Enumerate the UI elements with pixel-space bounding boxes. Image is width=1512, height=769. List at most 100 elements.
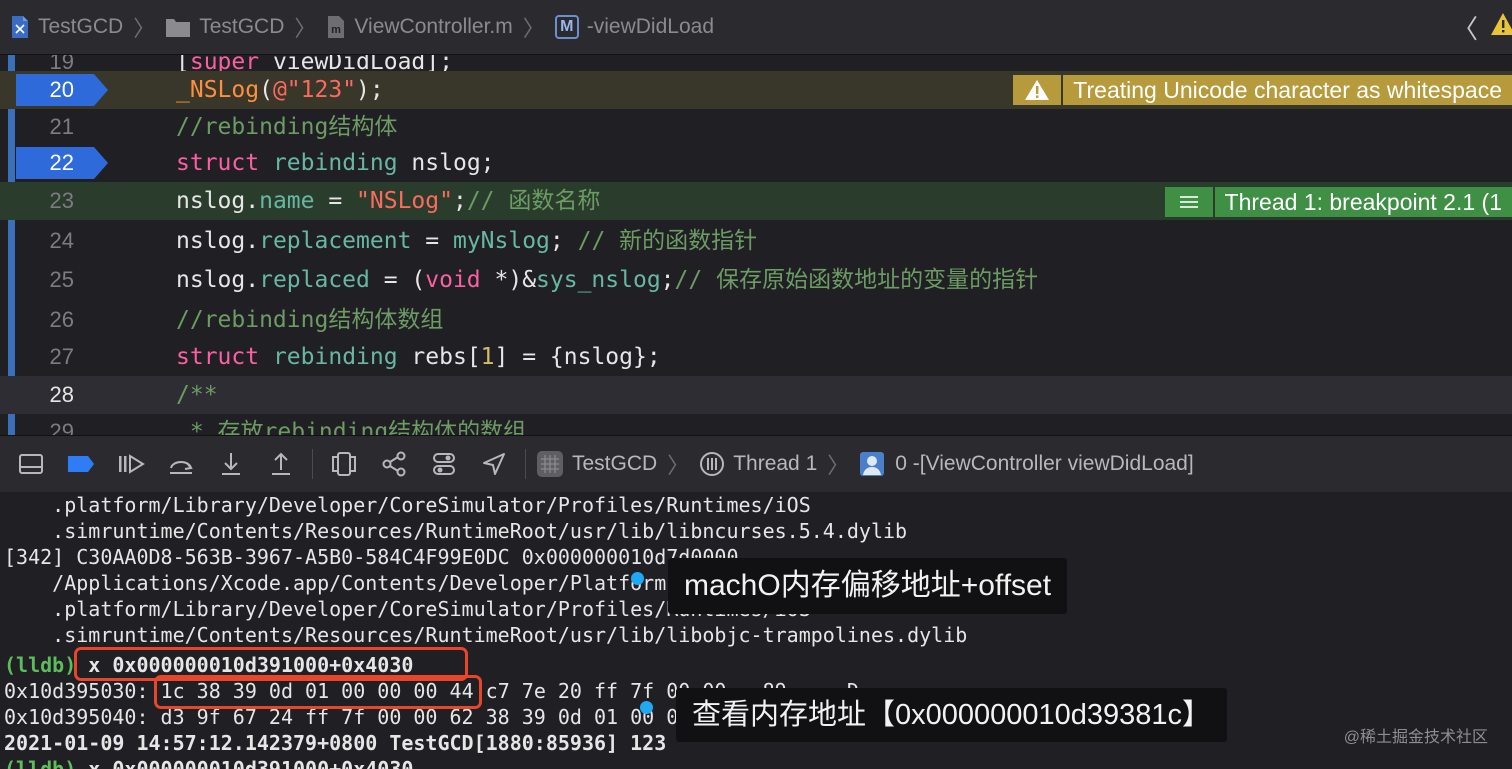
continue-button[interactable] [112, 445, 150, 483]
breakpoints-toggle-icon[interactable] [62, 445, 100, 483]
watermark: @稀土掘金技术社区 [1343, 729, 1488, 746]
step-out-button[interactable] [262, 445, 300, 483]
debug-breadcrumb-process[interactable]: TestGCD [536, 450, 657, 478]
breadcrumb-project-label: TestGCD [38, 15, 124, 38]
console-line: [342] C30AA0D8-563B-3967-A5B0-584C4F99E0… [4, 545, 739, 569]
annotation-tooltip: machO内存偏移地址+offset [668, 558, 1068, 614]
memory-graph-button[interactable] [375, 445, 413, 483]
code-token: nslog. [176, 267, 260, 293]
code-text: struct rebinding rebs[1] = {nslog}; [176, 338, 661, 376]
code-line[interactable]: 25 nslog.replaced = (void *)&sys_nslog;//… [0, 261, 1512, 299]
step-into-button[interactable] [212, 445, 250, 483]
code-token: nslog; [397, 150, 495, 176]
line-number: 20 [49, 77, 74, 102]
debug-breadcrumb-frame[interactable]: 0 -[ViewController viewDidLoad] [859, 451, 1194, 477]
breadcrumb-method[interactable]: M -viewDidLoad [554, 15, 714, 39]
code-token: rebs[ [397, 344, 481, 370]
line-number: 21 [49, 114, 74, 139]
warning-annotation[interactable]: Treating Unicode character as whitespace [1013, 75, 1512, 105]
project-icon [10, 15, 30, 39]
thread-icon [699, 451, 725, 477]
code-text: //rebinding结构体 [176, 108, 397, 146]
code-text: nslog.replaced = (void *)&sys_nslog;// 保… [176, 261, 1038, 299]
svg-text:m: m [332, 24, 342, 36]
console-log-line: 2021-01-09 14:57:12.142379+0800 TestGCD[… [4, 731, 667, 755]
breadcrumb-method-label: -viewDidLoad [586, 15, 714, 38]
line-number: 27 [49, 344, 74, 369]
code-token: /** [176, 382, 218, 408]
annotation-dot [640, 701, 653, 714]
code-line[interactable]: 24 nslog.replacement = myNslog; // 新的函数指针 [0, 222, 1512, 260]
method-icon: M [554, 15, 579, 39]
warning-message: Treating Unicode character as whitespace [1063, 75, 1512, 105]
line-number: 28 [49, 382, 74, 407]
person-frame-icon [859, 451, 885, 477]
code-token: struct [176, 344, 260, 370]
simulate-location-button[interactable] [475, 445, 513, 483]
code-line[interactable]: 23 nslog.name = "NSLog";// 函数名称 Thread 1: … [0, 182, 1512, 220]
objc-file-icon: m [326, 15, 346, 39]
console-line: .simruntime/Contents/Resources/RuntimeRo… [4, 519, 908, 543]
code-token: //rebinding结构体 [176, 114, 398, 140]
line-number: 29 [49, 419, 74, 435]
thread-message: Thread 1: breakpoint 2.1 (1 [1214, 187, 1512, 217]
debug-breadcrumb-thread[interactable]: Thread 1 [699, 451, 817, 477]
code-text: * 存放rebinding结构体的数组 [176, 413, 526, 435]
breadcrumb-file-label: ViewController.m [354, 15, 513, 38]
process-icon [536, 450, 564, 478]
breadcrumb-group[interactable]: TestGCD [165, 15, 284, 39]
breakpoint-marker[interactable]: 22 [16, 147, 108, 179]
process-label: TestGCD [572, 452, 658, 475]
code-token: // 保存原始函数地址的变量的指针 [674, 267, 1039, 293]
code-text: nslog.name = "NSLog";// 函数名称 [176, 182, 600, 220]
thread-label: Thread 1 [733, 452, 818, 475]
code-token: name [259, 188, 315, 214]
breadcrumb-project[interactable]: TestGCD [10, 15, 123, 39]
code-line[interactable]: 29 * 存放rebinding结构体的数组 [0, 413, 1512, 435]
chevron-right-icon: 〉 [522, 16, 545, 41]
code-line[interactable]: 22 struct rebinding nslog; [0, 144, 1512, 182]
thread-annotation[interactable]: Thread 1: breakpoint 2.1 (1 [1164, 187, 1512, 217]
code-line[interactable]: 27 struct rebinding rebs[1] = {nslog}; [0, 338, 1512, 376]
code-token: ); [356, 77, 384, 103]
code-token: "NSLog" [356, 188, 453, 214]
code-text: _NSLog(@"123"); [176, 71, 384, 109]
memory-address: 0x10d395030: [4, 679, 149, 703]
console-line: .simruntime/Contents/Resources/RuntimeRo… [4, 623, 968, 647]
code-token: rebinding [272, 344, 398, 370]
warning-icon[interactable] [1490, 12, 1512, 42]
lldb-prompt: (lldb) [4, 653, 77, 677]
breadcrumb-file[interactable]: m ViewController.m [326, 15, 513, 39]
line-number: 25 [49, 267, 74, 292]
code-token: sys_nslog [536, 267, 661, 293]
breakpoint-marker[interactable]: 20 [16, 74, 108, 106]
code-token: nslog. [176, 188, 260, 214]
debug-console[interactable]: .platform/Library/Developer/CoreSimulato… [0, 492, 1512, 769]
code-text: //rebinding结构体数组 [176, 301, 443, 339]
code-token: rebinding [272, 150, 398, 176]
code-text: struct rebinding nslog; [176, 144, 495, 182]
jump-bar: TestGCD 〉 TestGCD 〉 m ViewController.m 〉… [0, 0, 1512, 55]
code-text: nslog.replacement = myNslog; // 新的函数指针 [176, 222, 757, 260]
code-token: void [425, 267, 481, 293]
lines-icon [1164, 187, 1213, 217]
code-token: replacement [259, 228, 412, 254]
debug-bar: TestGCD 〉 Thread 1 〉 0 -[ViewController … [0, 435, 1512, 493]
chevron-left-icon[interactable]: 〈 [1452, 9, 1478, 46]
hide-debug-area-button[interactable] [12, 445, 50, 483]
code-line[interactable]: 21 //rebinding结构体 [0, 108, 1512, 146]
code-token: *)& [480, 267, 537, 293]
code-token: // 函数名称 [466, 188, 601, 214]
code-token: replaced [259, 267, 370, 293]
code-line[interactable]: 20 _NSLog(@"123"); Treating Unicode charac… [0, 71, 1512, 109]
debug-view-hierarchy-button[interactable] [325, 445, 363, 483]
console-line: .platform/Library/Developer/CoreSimulato… [4, 493, 811, 517]
code-line[interactable]: 28 /** [0, 376, 1512, 414]
environment-overrides-button[interactable] [425, 445, 463, 483]
separator [525, 449, 526, 479]
lldb-prompt: (lldb) [4, 757, 77, 769]
code-line[interactable]: 26 //rebinding结构体数组 [0, 301, 1512, 339]
code-editor[interactable]: 19 [super viewDidLoad]; 20 _NSLog(@"123"); T… [0, 55, 1512, 435]
step-over-button[interactable] [162, 445, 200, 483]
